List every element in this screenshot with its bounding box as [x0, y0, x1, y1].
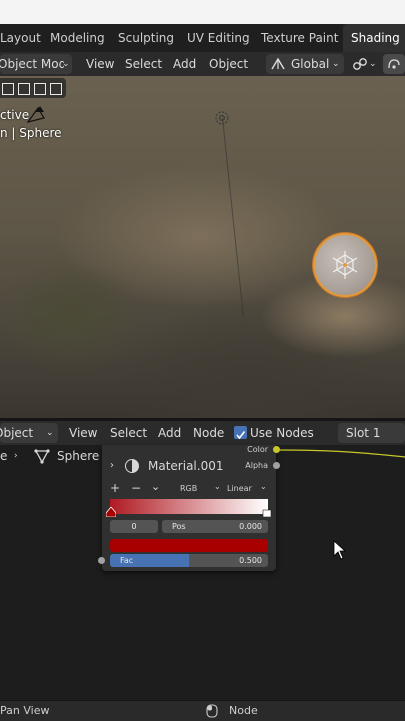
color-output-socket[interactable] — [273, 446, 280, 453]
proportional-edit-icon — [388, 59, 400, 69]
node-menu-add[interactable]: Add — [158, 421, 181, 445]
stop-marker-right[interactable] — [262, 507, 272, 517]
tab-sculpting[interactable]: Sculpting — [118, 24, 174, 52]
breadcrumb-object[interactable]: Sphere — [57, 445, 99, 467]
chevron-down-icon: ⌄ — [62, 59, 70, 69]
pos-field[interactable]: Pos 0.000 — [162, 520, 268, 533]
fac-field[interactable]: Fac 0.500 — [110, 554, 268, 567]
node-editor[interactable]: e › Sphere Color Alpha › Material.001 + … — [0, 445, 405, 697]
node-editor-header: Object ⌄ View Select Add Node Use Nodes … — [0, 421, 405, 445]
color-ramp-gradient[interactable] — [110, 499, 268, 514]
3d-viewport[interactable]: ctive n | Sphere — [0, 76, 405, 418]
tab-texture-paint[interactable]: Texture Paint — [261, 24, 338, 52]
checkmark-icon — [236, 431, 246, 440]
window-top-strip — [0, 0, 405, 24]
status-pan-view: Pan View — [0, 704, 50, 717]
node-menu-select[interactable]: Select — [110, 421, 147, 445]
status-bar: Pan View Node — [0, 700, 405, 721]
chevron-down-icon: ⌄ — [214, 482, 221, 491]
breadcrumb-prefix: e — [0, 449, 8, 463]
alpha-output-socket[interactable] — [273, 462, 280, 469]
chevron-down-icon[interactable]: ⌄ — [151, 480, 160, 493]
menu-view[interactable]: View — [86, 52, 114, 76]
menu-object[interactable]: Object — [209, 52, 248, 76]
editor-type-label: Object — [0, 426, 34, 440]
use-nodes-checkbox[interactable] — [234, 426, 247, 440]
mesh-icon — [34, 449, 50, 464]
add-stop-button[interactable]: + — [110, 481, 120, 495]
node-menu-view[interactable]: View — [69, 421, 97, 445]
camera-icon[interactable] — [24, 104, 48, 128]
fac-label: Fac — [120, 556, 134, 565]
light-direction-line — [222, 117, 244, 317]
object-origin-icon — [332, 251, 358, 279]
stop-index-field[interactable]: 0 — [110, 520, 158, 533]
output-alpha-label: Alpha — [245, 461, 268, 470]
snap-icon[interactable] — [352, 57, 368, 71]
material-icon — [125, 459, 139, 473]
tab-layout[interactable]: Layout — [0, 24, 41, 52]
breadcrumb-material[interactable]: Material.001 — [148, 455, 223, 477]
workspace-tabs: Layout Modeling Sculpting UV Editing Tex… — [0, 24, 405, 52]
sphere-object[interactable] — [313, 233, 377, 297]
stop-marker-left[interactable] — [106, 507, 116, 517]
selection-mode-buttons — [0, 78, 66, 98]
fac-value: 0.500 — [239, 556, 262, 565]
node-link-wire — [277, 449, 405, 458]
chevron-right-icon: › — [110, 460, 114, 471]
menu-select[interactable]: Select — [125, 52, 162, 76]
menu-add[interactable]: Add — [173, 52, 196, 76]
chevron-right-icon: › — [14, 451, 18, 461]
tab-uv-editing[interactable]: UV Editing — [187, 24, 250, 52]
orientation-label: Global — [291, 57, 330, 71]
status-node: Node — [229, 704, 258, 717]
viewport-header: Object Mode ⌄ View Select Add Object Glo… — [0, 52, 405, 76]
node-menu-node[interactable]: Node — [193, 421, 224, 445]
color-ramp-node[interactable]: Color Alpha › Material.001 + − ⌄ RGB ⌄ L… — [98, 445, 280, 571]
viewport-info-line2: n | Sphere — [0, 126, 62, 140]
stop-color-swatch[interactable] — [110, 539, 268, 552]
interpolation-dropdown[interactable]: Linear — [227, 484, 252, 493]
mouse-icon — [206, 704, 218, 718]
transform-orientation-icon — [271, 57, 285, 70]
remove-stop-button[interactable]: − — [131, 481, 141, 495]
pos-value: 0.000 — [239, 522, 262, 531]
fac-input-socket[interactable] — [98, 557, 105, 564]
tab-modeling[interactable]: Modeling — [50, 24, 105, 52]
tab-shading[interactable]: Shading — [343, 24, 405, 52]
mode-label: Object Mode — [0, 57, 64, 71]
light-icon[interactable] — [212, 108, 232, 128]
slot-label: Slot 1 — [346, 426, 381, 440]
select-intersect-icon[interactable] — [50, 83, 62, 95]
chevron-down-icon: ⌄ — [46, 428, 54, 438]
select-mode-icon[interactable] — [2, 83, 14, 95]
select-subtract-icon[interactable] — [34, 83, 46, 95]
select-extend-icon[interactable] — [18, 83, 30, 95]
use-nodes-label: Use Nodes — [250, 426, 314, 440]
chevron-down-icon: ⌄ — [369, 59, 377, 69]
color-mode-dropdown[interactable]: RGB — [180, 484, 197, 493]
chevron-down-icon: ⌄ — [332, 59, 340, 69]
pos-label: Pos — [172, 522, 186, 531]
chevron-down-icon: ⌄ — [260, 482, 267, 491]
mouse-cursor-icon — [333, 540, 347, 560]
output-color-label: Color — [247, 445, 268, 454]
